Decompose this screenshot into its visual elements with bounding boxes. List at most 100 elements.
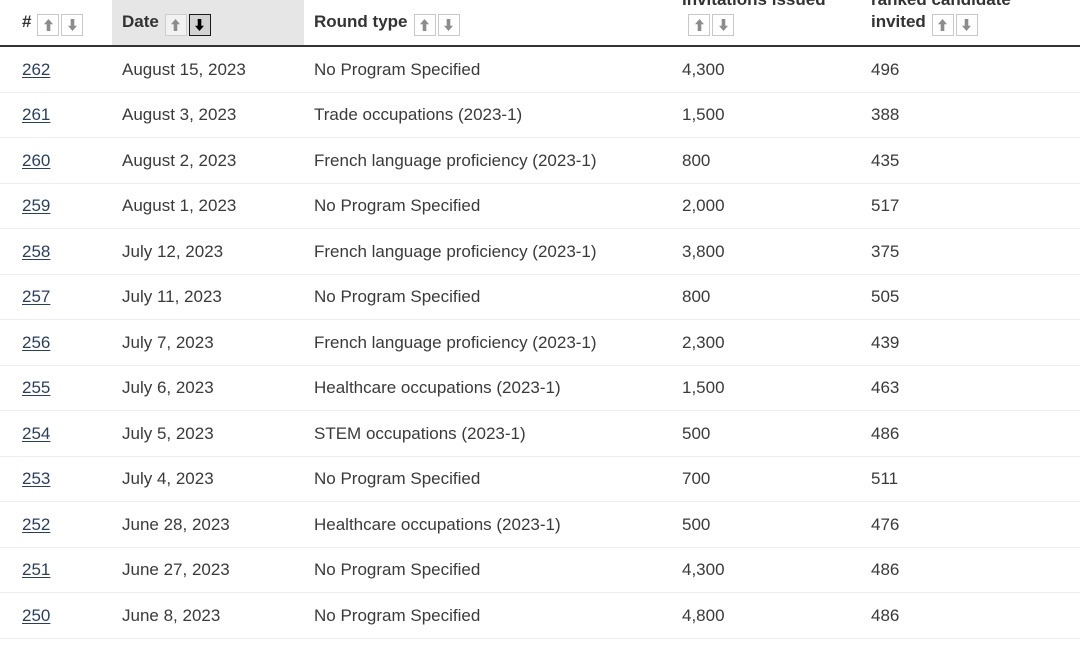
cell-id: 257 bbox=[0, 274, 112, 320]
table-row: 261August 3, 2023Trade occupations (2023… bbox=[0, 92, 1080, 138]
sort-ascending-button-ranked-candidate-invited[interactable] bbox=[932, 14, 954, 36]
round-detail-link[interactable]: 257 bbox=[22, 287, 50, 306]
sort-ascending-button-date[interactable] bbox=[165, 14, 187, 36]
cell-id: 256 bbox=[0, 320, 112, 366]
cell-round-type: STEM occupations (2023-1) bbox=[304, 411, 672, 457]
cell-round-type: Healthcare occupations (2023-1) bbox=[304, 365, 672, 411]
cell-round-type: No Program Specified bbox=[304, 274, 672, 320]
cell-invitations-issued: 1,500 bbox=[672, 365, 861, 411]
round-detail-link[interactable]: 251 bbox=[22, 560, 50, 579]
table-row: 259August 1, 2023No Program Specified2,0… bbox=[0, 183, 1080, 229]
round-detail-link[interactable]: 254 bbox=[22, 424, 50, 443]
cell-round-type: French language proficiency (2023-1) bbox=[304, 229, 672, 275]
round-detail-link[interactable]: 261 bbox=[22, 105, 50, 124]
sort-descending-button-ranked-candidate-invited[interactable] bbox=[956, 14, 978, 36]
cell-round-type: French language proficiency (2023-1) bbox=[304, 138, 672, 184]
cell-invitations-issued: 4,300 bbox=[672, 46, 861, 92]
column-header-round-type-label: Round type bbox=[314, 12, 408, 31]
sort-controls-id bbox=[37, 14, 83, 36]
cell-invitations-issued: 500 bbox=[672, 502, 861, 548]
table-body: 262August 15, 2023No Program Specified4,… bbox=[0, 46, 1080, 638]
column-header-id-label: # bbox=[22, 12, 31, 31]
sort-ascending-button-round-type[interactable] bbox=[414, 14, 436, 36]
table-row: 257July 11, 2023No Program Specified8005… bbox=[0, 274, 1080, 320]
round-detail-link[interactable]: 252 bbox=[22, 515, 50, 534]
cell-id: 255 bbox=[0, 365, 112, 411]
sort-descending-button-invitations-issued[interactable] bbox=[712, 14, 734, 36]
cell-date: July 5, 2023 bbox=[112, 411, 304, 457]
cell-invitations-issued: 500 bbox=[672, 411, 861, 457]
column-header-round-type: Round type bbox=[304, 0, 672, 46]
column-header-id: # bbox=[0, 0, 112, 46]
cell-round-type: Healthcare occupations (2023-1) bbox=[304, 502, 672, 548]
rounds-table-viewport: # Date Round type Invitations issued bbox=[0, 0, 1080, 648]
table-row: 252 June 28, 2023Healthcare occupations (… bbox=[0, 502, 1080, 548]
cell-ranked-candidate-invited: 511 bbox=[861, 456, 1080, 502]
round-detail-link[interactable]: 260 bbox=[22, 151, 50, 170]
sort-ascending-button-invitations-issued[interactable] bbox=[688, 14, 710, 36]
sort-controls-round-type bbox=[414, 14, 460, 36]
cell-date: July 7, 2023 bbox=[112, 320, 304, 366]
cell-id: 250 bbox=[0, 593, 112, 639]
table-row: 258 July 12, 2023French language proficie… bbox=[0, 229, 1080, 275]
cell-ranked-candidate-invited: 486 bbox=[861, 547, 1080, 593]
express-entry-rounds-table: # Date Round type Invitations issued bbox=[0, 0, 1080, 639]
cell-invitations-issued: 3,800 bbox=[672, 229, 861, 275]
sort-controls-date bbox=[165, 14, 211, 36]
cell-date: June 28, 2023 bbox=[112, 502, 304, 548]
column-header-date: Date bbox=[112, 0, 304, 46]
cell-id: 252 bbox=[0, 502, 112, 548]
cell-invitations-issued: 2,000 bbox=[672, 183, 861, 229]
table-row: 250June 8, 2023No Program Specified4,800… bbox=[0, 593, 1080, 639]
cell-ranked-candidate-invited: 486 bbox=[861, 411, 1080, 457]
cell-ranked-candidate-invited: 486 bbox=[861, 593, 1080, 639]
table-row: 260August 2, 2023French language profici… bbox=[0, 138, 1080, 184]
cell-ranked-candidate-invited: 388 bbox=[861, 92, 1080, 138]
round-detail-link[interactable]: 258 bbox=[22, 242, 50, 261]
round-detail-link[interactable]: 262 bbox=[22, 60, 50, 79]
sort-ascending-button-id[interactable] bbox=[37, 14, 59, 36]
cell-ranked-candidate-invited: 496 bbox=[861, 46, 1080, 92]
cell-round-type: No Program Specified bbox=[304, 46, 672, 92]
cell-date: August 3, 2023 bbox=[112, 92, 304, 138]
table-row: 255July 6, 2023Healthcare occupations (2… bbox=[0, 365, 1080, 411]
cell-round-type: No Program Specified bbox=[304, 456, 672, 502]
column-header-ranked-candidate-invited: ranked candidate invited bbox=[861, 0, 1080, 46]
cell-round-type: No Program Specified bbox=[304, 593, 672, 639]
round-detail-link[interactable]: 255 bbox=[22, 378, 50, 397]
cell-invitations-issued: 800 bbox=[672, 274, 861, 320]
cell-ranked-candidate-invited: 375 bbox=[861, 229, 1080, 275]
cell-id: 251 bbox=[0, 547, 112, 593]
cell-invitations-issued: 1,500 bbox=[672, 92, 861, 138]
table-row: 251June 27, 2023No Program Specified4,30… bbox=[0, 547, 1080, 593]
cell-id: 259 bbox=[0, 183, 112, 229]
column-header-invitations-issued-label: Invitations issued bbox=[682, 0, 826, 9]
table-row: 253 July 4, 2023No Program Specified70051… bbox=[0, 456, 1080, 502]
sort-descending-button-id[interactable] bbox=[61, 14, 83, 36]
cell-ranked-candidate-invited: 439 bbox=[861, 320, 1080, 366]
table-header: # Date Round type Invitations issued bbox=[0, 0, 1080, 46]
cell-date: July 4, 2023 bbox=[112, 456, 304, 502]
round-detail-link[interactable]: 256 bbox=[22, 333, 50, 352]
cell-id: 260 bbox=[0, 138, 112, 184]
cell-date: July 11, 2023 bbox=[112, 274, 304, 320]
sort-descending-button-date[interactable] bbox=[189, 14, 211, 36]
sort-controls-ranked-candidate-invited bbox=[932, 14, 978, 36]
cell-date: August 1, 2023 bbox=[112, 183, 304, 229]
round-detail-link[interactable]: 253 bbox=[22, 469, 50, 488]
sort-descending-button-round-type[interactable] bbox=[438, 14, 460, 36]
round-detail-link[interactable]: 250 bbox=[22, 606, 50, 625]
round-detail-link[interactable]: 259 bbox=[22, 196, 50, 215]
cell-id: 262 bbox=[0, 46, 112, 92]
cell-invitations-issued: 4,300 bbox=[672, 547, 861, 593]
table-row: 262August 15, 2023No Program Specified4,… bbox=[0, 46, 1080, 92]
cell-invitations-issued: 4,800 bbox=[672, 593, 861, 639]
table-row: 256July 7, 2023French language proficien… bbox=[0, 320, 1080, 366]
cell-id: 261 bbox=[0, 92, 112, 138]
cell-id: 258 bbox=[0, 229, 112, 275]
cell-id: 253 bbox=[0, 456, 112, 502]
cell-date: July 12, 2023 bbox=[112, 229, 304, 275]
cell-round-type: No Program Specified bbox=[304, 547, 672, 593]
cell-ranked-candidate-invited: 476 bbox=[861, 502, 1080, 548]
cell-invitations-issued: 700 bbox=[672, 456, 861, 502]
